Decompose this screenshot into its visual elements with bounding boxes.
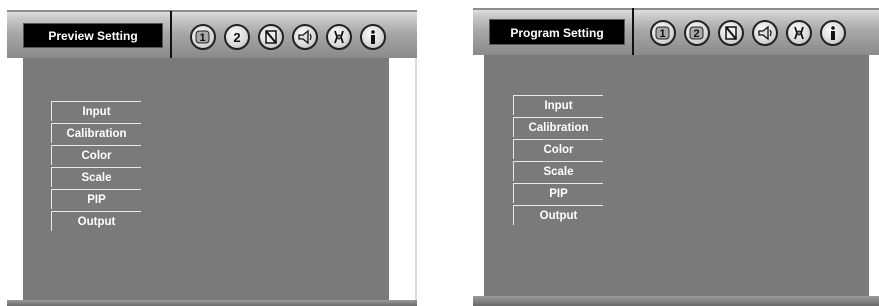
calibration-icon[interactable] (258, 24, 284, 50)
tools-icon[interactable] (786, 20, 812, 46)
number-1-icon[interactable]: 1 (190, 24, 216, 50)
preview-setting-panel: Preview Setting 1 2 Input Calibration Co… (7, 10, 417, 306)
number-2-icon[interactable]: 2 (224, 24, 250, 50)
panel-title: Preview Setting (23, 23, 163, 48)
icon-glyph-1: 1 (199, 32, 205, 44)
menu-item-scale[interactable]: Scale (51, 167, 141, 187)
settings-menu: Input Calibration Color Scale PIP Output (513, 95, 603, 227)
program-setting-panel: Program Setting 1 2 Input Calibration Co… (473, 8, 879, 306)
bottom-bar (7, 300, 417, 306)
toolbar: Preview Setting 1 2 (7, 10, 417, 59)
icon-glyph-1: 1 (659, 28, 665, 40)
menu-item-pip[interactable]: PIP (513, 183, 603, 203)
settings-menu: Input Calibration Color Scale PIP Output (51, 101, 141, 233)
panel-edge (415, 58, 417, 306)
menu-item-calibration[interactable]: Calibration (513, 117, 603, 137)
menu-item-input[interactable]: Input (51, 101, 141, 121)
toolbar-divider (170, 11, 172, 59)
info-icon[interactable] (360, 24, 386, 50)
number-1-icon[interactable]: 1 (650, 20, 676, 46)
menu-item-input[interactable]: Input (513, 95, 603, 115)
menu-item-color[interactable]: Color (51, 145, 141, 165)
menu-item-color[interactable]: Color (513, 139, 603, 159)
audio-speaker-icon[interactable] (752, 20, 778, 46)
toolbar: Program Setting 1 2 (473, 8, 879, 56)
icon-glyph-2: 2 (693, 28, 699, 40)
panel-title: Program Setting (489, 19, 625, 45)
calibration-icon[interactable] (718, 20, 744, 46)
tools-icon[interactable] (326, 24, 352, 50)
bottom-bar (473, 296, 879, 306)
number-2-icon[interactable]: 2 (684, 20, 710, 46)
audio-speaker-icon[interactable] (292, 24, 318, 50)
menu-item-scale[interactable]: Scale (513, 161, 603, 181)
menu-item-output[interactable]: Output (51, 211, 141, 231)
menu-item-pip[interactable]: PIP (51, 189, 141, 209)
info-icon[interactable] (820, 20, 846, 46)
toolbar-divider (632, 8, 634, 56)
menu-item-output[interactable]: Output (513, 205, 603, 225)
menu-item-calibration[interactable]: Calibration (51, 123, 141, 143)
icon-glyph-2: 2 (233, 30, 240, 45)
